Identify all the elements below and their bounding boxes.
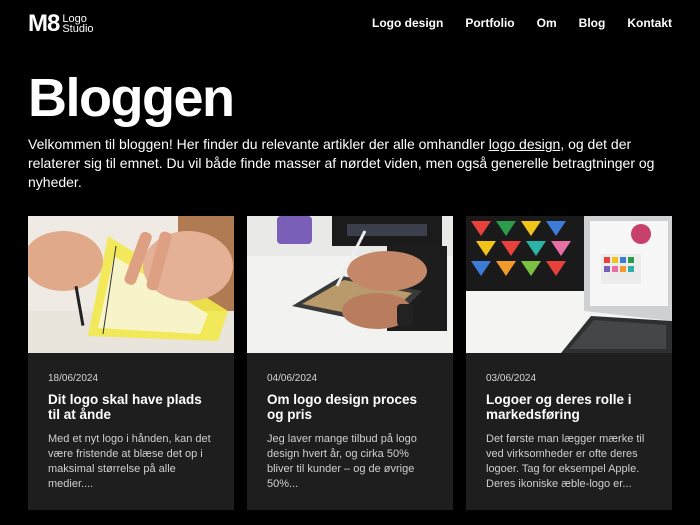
post-body: 04/06/2024 Om logo design proces og pris…	[247, 353, 453, 492]
post-body: 03/06/2024 Logoer og deres rolle i marke…	[466, 353, 672, 492]
intro-text-1: Velkommen til bloggen! Her finder du rel…	[28, 136, 489, 152]
nav-portfolio[interactable]: Portfolio	[465, 16, 514, 30]
post-date: 04/06/2024	[267, 373, 318, 384]
post-excerpt: Med et nyt logo i hånden, kan det være f…	[48, 433, 211, 490]
nav-kontakt[interactable]: Kontakt	[627, 16, 672, 30]
post-date: 03/06/2024	[486, 373, 537, 384]
logo-wordmark: Logo Studio	[62, 14, 94, 35]
post-image-tablet-drawing[interactable]	[247, 216, 453, 353]
nav-logo-design[interactable]: Logo design	[372, 16, 443, 30]
post-title[interactable]: Logoer og deres rolle i markedsføring	[486, 392, 654, 422]
page-title: Bloggen	[28, 68, 235, 128]
site-header: M8 Logo Studio Logo design Portfolio Om …	[0, 0, 700, 50]
blog-card[interactable]: 03/06/2024 Logoer og deres rolle i marke…	[466, 216, 672, 510]
logo-line-2: Studio	[62, 23, 94, 35]
nav-blog[interactable]: Blog	[579, 16, 606, 30]
post-excerpt: Jeg laver mange tilbud på logo design hv…	[267, 433, 417, 490]
post-body: 18/06/2024 Dit logo skal have plads til …	[28, 353, 234, 492]
main-nav: Logo design Portfolio Om Blog Kontakt	[372, 16, 672, 30]
blog-card[interactable]: 18/06/2024 Dit logo skal have plads til …	[28, 216, 234, 510]
post-title[interactable]: Dit logo skal have plads til at ånde	[48, 392, 216, 422]
post-image-sketching-hands[interactable]	[28, 216, 234, 353]
post-date: 18/06/2024	[48, 373, 99, 384]
post-excerpt: Det første man lægger mærke til ved virk…	[486, 433, 645, 490]
blog-card[interactable]: 04/06/2024 Om logo design proces og pris…	[247, 216, 453, 510]
page-intro: Velkommen til bloggen! Her finder du rel…	[28, 135, 668, 192]
post-image-laptop-logos[interactable]	[466, 216, 672, 353]
nav-om[interactable]: Om	[537, 16, 557, 30]
site-logo[interactable]: M8 Logo Studio	[28, 12, 94, 36]
post-title[interactable]: Om logo design proces og pris	[267, 392, 435, 422]
blog-post-list: 18/06/2024 Dit logo skal have plads til …	[28, 216, 672, 510]
logo-mark: M8	[28, 10, 60, 37]
intro-logo-design-link[interactable]: logo design	[489, 136, 561, 152]
